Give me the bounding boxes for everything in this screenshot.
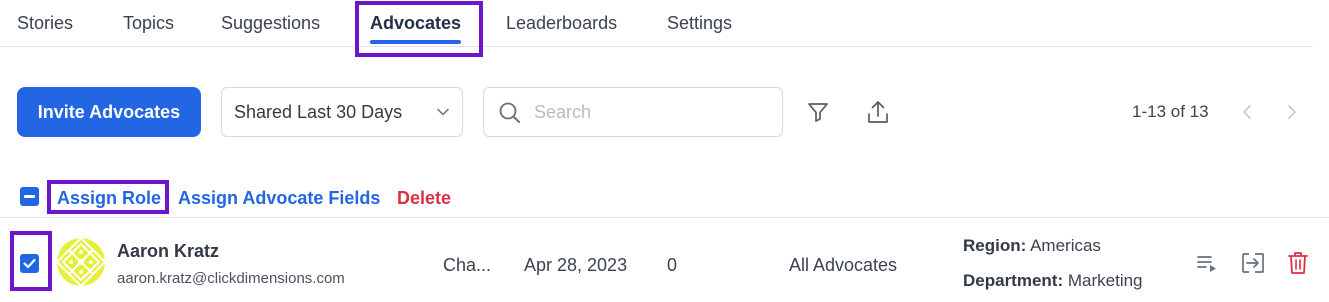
- chevron-right-icon[interactable]: [1285, 104, 1299, 120]
- search-input[interactable]: [534, 100, 764, 124]
- advocate-email: aaron.kratz@clickdimensions.com: [117, 270, 345, 287]
- move-icon[interactable]: [1240, 251, 1266, 275]
- tab-advocates[interactable]: Advocates: [370, 13, 461, 34]
- chevron-down-icon: [437, 108, 449, 116]
- export-icon[interactable]: [866, 99, 890, 125]
- date-range-value: Shared Last 30 Days: [234, 101, 403, 122]
- active-tab-indicator: [370, 40, 461, 44]
- row-checkbox[interactable]: [20, 254, 39, 273]
- department-value: Marketing: [1067, 271, 1143, 290]
- checkmark-icon: [23, 258, 36, 269]
- advocate-count: 0: [667, 255, 678, 275]
- advocate-name: Aaron Kratz: [117, 241, 220, 261]
- tab-settings[interactable]: Settings: [667, 13, 732, 34]
- search-icon: [499, 102, 520, 123]
- divider: [0, 217, 1329, 218]
- chevron-left-icon[interactable]: [1240, 104, 1254, 120]
- avatar: [57, 238, 105, 286]
- tab-stories[interactable]: Stories: [17, 13, 73, 34]
- trash-icon[interactable]: [1287, 250, 1309, 276]
- filter-icon[interactable]: [806, 100, 830, 124]
- assign-role-button[interactable]: Assign Role: [57, 188, 161, 209]
- tab-bar: Stories Topics Suggestions Advocates Lea…: [0, 0, 1313, 47]
- advocate-group: All Advocates: [789, 255, 898, 275]
- select-all-checkbox[interactable]: [20, 187, 39, 206]
- region-value: Americas: [1030, 236, 1101, 255]
- advocate-date: Apr 28, 2023: [524, 255, 628, 275]
- assign-advocate-fields-button[interactable]: Assign Advocate Fields: [178, 188, 380, 209]
- department-label: Department:: [963, 271, 1064, 290]
- date-range-select[interactable]: Shared Last 30 Days: [221, 87, 463, 137]
- region-label: Region:: [963, 236, 1027, 255]
- region-field: Region: Americas: [963, 236, 1101, 256]
- department-field: Department: Marketing: [963, 271, 1143, 291]
- playlist-icon[interactable]: [1196, 252, 1220, 276]
- tab-leaderboards[interactable]: Leaderboards: [506, 13, 617, 34]
- pagination-count: 1-13 of 13: [1132, 102, 1209, 121]
- tab-suggestions[interactable]: Suggestions: [221, 13, 320, 34]
- tab-topics[interactable]: Topics: [123, 13, 174, 34]
- advocate-role: Cha...: [443, 255, 492, 275]
- search-box: [483, 87, 783, 137]
- invite-advocates-button[interactable]: Invite Advocates: [17, 87, 201, 137]
- delete-button[interactable]: Delete: [397, 188, 451, 209]
